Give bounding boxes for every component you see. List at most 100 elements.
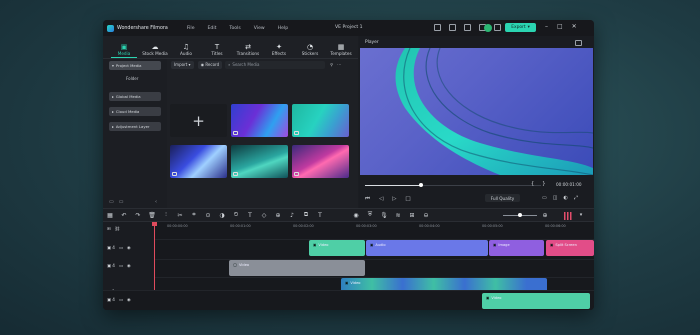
layout-icon[interactable]: ▦ (103, 212, 117, 219)
new-folder-icon[interactable]: ▭ (109, 199, 114, 205)
media-thumbnail[interactable] (231, 145, 288, 178)
timeline-clip[interactable]: ▣ Split Screen (546, 240, 594, 256)
zoom-out-icon[interactable]: ⊖ (419, 212, 433, 219)
zoom-icon[interactable]: ⊙ (201, 212, 215, 219)
speed-icon[interactable]: ⏲ (229, 211, 243, 219)
folder-icon[interactable]: ▭ (119, 199, 124, 205)
crop-icon[interactable]: ⌗ (187, 211, 201, 219)
menu-edit[interactable]: Edit (208, 26, 217, 31)
media-thumbnail[interactable] (231, 104, 288, 137)
add-media-tile[interactable]: + (170, 104, 227, 137)
add-track-icon[interactable]: ⊞ (107, 226, 111, 232)
tab-stickers[interactable]: ◔ Stickers (297, 43, 323, 56)
more-icon[interactable]: ⋯ (337, 62, 341, 67)
sidebar-item-folder[interactable]: Folder (126, 76, 138, 81)
filter-icon[interactable]: ⚲ (330, 62, 333, 67)
tab-audio[interactable]: ♫ Audio (173, 43, 199, 56)
timeline-clip[interactable]: ◯ Video (229, 260, 365, 276)
collapse-icon[interactable]: ‹ (155, 199, 157, 205)
clip-label: Video (318, 243, 329, 247)
timeline-clip[interactable]: ▣ Image (489, 240, 544, 256)
export-button[interactable]: Export ▾ (505, 23, 536, 32)
mask-icon[interactable]: ⧉ (299, 211, 313, 219)
camera-icon[interactable]: ◫ (553, 195, 558, 201)
player-panel: Player { } 00:00:01:00 ⏮ ◁ ▷ □ Full Qual… (359, 36, 594, 208)
save-icon[interactable] (449, 24, 456, 31)
lock-icon[interactable]: ▭ (119, 263, 123, 268)
record-button[interactable]: ◉ Record (197, 60, 223, 69)
lock-icon[interactable]: ▭ (119, 245, 123, 250)
color-icon[interactable]: ◑ (215, 212, 229, 219)
delete-icon[interactable]: 🗑 (145, 212, 159, 219)
undo-icon[interactable]: ↶ (117, 212, 131, 219)
link-icon[interactable]: ⛓ (115, 226, 120, 232)
menu-file[interactable]: File (187, 26, 195, 31)
menu-tools[interactable]: Tools (229, 26, 240, 31)
import-button[interactable]: Import ▾ (171, 60, 194, 69)
stop-icon[interactable]: □ (405, 196, 410, 203)
media-thumbnail[interactable] (170, 145, 227, 178)
chevron-down-icon[interactable]: ▾ (574, 212, 588, 218)
timeline-clip[interactable]: ▣ Audio (366, 240, 488, 256)
text-icon[interactable]: T (243, 212, 257, 219)
motion-icon[interactable]: ⊕ (271, 212, 285, 219)
split-icon[interactable]: ⫶ (159, 211, 173, 219)
playback-scrubber[interactable] (365, 183, 541, 187)
minimize-icon[interactable]: – (545, 23, 548, 30)
scrubber-handle[interactable] (419, 183, 424, 187)
marker-icon[interactable] (564, 212, 572, 220)
render-icon[interactable]: ◉ (349, 212, 363, 219)
eye-icon[interactable]: ◉ (127, 297, 131, 302)
shield-icon[interactable]: ⛨ (363, 211, 377, 219)
zoom-in-icon[interactable]: ⊕ (538, 212, 552, 219)
search-icon: ⌕ (228, 62, 231, 67)
sidebar-item-cloud-media[interactable]: ▸ Cloud Media (109, 107, 161, 116)
tab-stock-media[interactable]: ☁ Stock Media (142, 43, 168, 56)
lock-icon[interactable]: ▭ (119, 297, 123, 302)
snap-icon[interactable]: ⊞ (405, 212, 419, 219)
menu-view[interactable]: View (254, 26, 265, 31)
text-edit-icon[interactable]: T (313, 212, 327, 219)
monitor-icon[interactable] (464, 24, 471, 31)
mark-out-icon[interactable]: } (542, 181, 545, 187)
maximize-icon[interactable]: □ (557, 23, 563, 30)
step-back-icon[interactable]: ◁ (379, 196, 383, 203)
timeline-clip[interactable]: ▣ Video (309, 240, 365, 256)
redo-icon[interactable]: ↷ (131, 212, 145, 219)
voice-icon[interactable]: ≋ (391, 212, 405, 219)
media-thumbnail[interactable] (292, 145, 349, 178)
sidebar-item-adjustment-layer[interactable]: ▸ Adjustment Layer (109, 122, 161, 131)
play-icon[interactable]: ▷ (392, 196, 396, 203)
close-icon[interactable]: ✕ (572, 23, 577, 30)
avatar[interactable] (484, 24, 492, 32)
headset-icon[interactable] (494, 24, 501, 31)
tab-transitions[interactable]: ⇄ Transitions (235, 43, 261, 56)
layout-icon[interactable] (434, 24, 441, 31)
prev-frame-icon[interactable]: ⏮ (365, 196, 370, 203)
snapshot-icon[interactable] (575, 40, 582, 46)
mark-in-icon[interactable]: { (531, 181, 534, 187)
tab-titles[interactable]: T Titles (204, 43, 230, 56)
sidebar-item-global-media[interactable]: ▸ Global Media (109, 92, 161, 101)
tab-templates[interactable]: ▦ Templates (328, 43, 354, 56)
media-thumbnail[interactable] (292, 104, 349, 137)
keyframe-icon[interactable]: ◇ (257, 212, 271, 219)
display-icon[interactable]: ▭ (542, 195, 547, 201)
preview-viewport[interactable] (360, 48, 593, 175)
search-input[interactable]: ⌕ Search Media (225, 60, 326, 69)
tab-media[interactable]: ▣ Media (111, 43, 137, 56)
fullscreen-icon[interactable]: ⤢ (574, 195, 578, 201)
quality-dropdown[interactable]: Full Quality (485, 194, 520, 202)
tab-effects[interactable]: ✦ Effects (266, 43, 292, 56)
sidebar-item-project-media[interactable]: ▾ Project Media (109, 61, 161, 70)
zoom-slider-handle[interactable] (518, 213, 522, 217)
volume-icon[interactable]: ◐ (563, 195, 567, 201)
audio-icon[interactable]: ♪ (285, 212, 299, 219)
mic-icon[interactable]: 🎙 (377, 212, 391, 219)
eye-icon[interactable]: ◉ (127, 263, 131, 268)
eye-icon[interactable]: ◉ (127, 245, 131, 250)
menu-help[interactable]: Help (278, 26, 288, 31)
timeline-ruler[interactable]: 00:00:00:00 00:00:01:00 00:00:02:00 00:0… (155, 222, 594, 235)
cut-icon[interactable]: ✂ (173, 212, 187, 219)
timeline-clip[interactable]: ▣ Video (482, 293, 590, 309)
